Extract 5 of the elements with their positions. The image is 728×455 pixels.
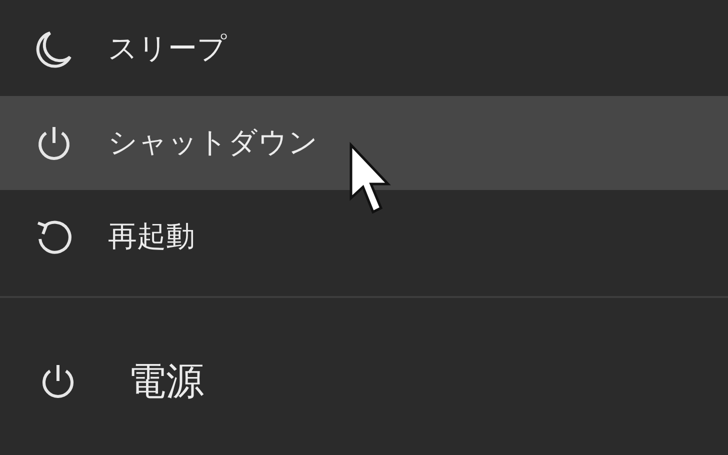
- power-button[interactable]: 電源: [0, 336, 210, 426]
- menu-item[interactable]: シャットダウン: [0, 96, 728, 190]
- menu-item[interactable]: 再起動: [0, 190, 728, 284]
- moon-icon: [34, 29, 74, 69]
- menu-item[interactable]: スリープ: [0, 2, 728, 96]
